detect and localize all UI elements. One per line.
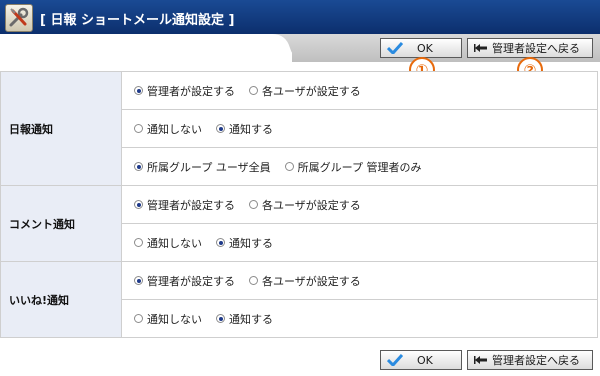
return-arrow-icon (474, 43, 488, 53)
radio-option[interactable]: 通知しない (134, 235, 202, 251)
radio-checked-icon[interactable] (134, 86, 143, 95)
radio-label: 管理者が設定する (147, 274, 235, 288)
radio-label: 通知しない (147, 312, 202, 326)
back-button-label: 管理者設定へ戻る (492, 42, 580, 55)
back-to-admin-button-bottom[interactable]: 管理者設定へ戻る (467, 350, 593, 370)
radio-label: 各ユーザが設定する (262, 198, 361, 212)
ok-button-label: OK (417, 353, 433, 367)
radio-label: 管理者が設定する (147, 198, 235, 212)
radio-option[interactable]: 管理者が設定する (134, 273, 235, 289)
radio-checked-icon[interactable] (216, 124, 225, 133)
radio-option[interactable]: 管理者が設定する (134, 83, 235, 99)
tools-icon (5, 4, 33, 32)
radio-checked-icon[interactable] (134, 162, 143, 171)
radio-label: 通知しない (147, 236, 202, 250)
option-cell: 管理者が設定する 各ユーザが設定する (121, 185, 598, 224)
section-label: いいね!通知 (0, 261, 122, 338)
return-arrow-icon (474, 355, 488, 365)
radio-unchecked-icon[interactable] (134, 238, 143, 247)
radio-label: 通知する (229, 236, 273, 250)
radio-option[interactable]: 通知する (216, 235, 273, 251)
radio-option[interactable]: 所属グループ ユーザ全員 (134, 159, 271, 175)
radio-checked-icon[interactable] (216, 314, 225, 323)
option-cell: 通知しない 通知する (121, 109, 598, 148)
settings-row: 日報通知 管理者が設定する 各ユーザが設定する (0, 71, 598, 186)
check-icon (386, 353, 404, 367)
radio-label: 各ユーザが設定する (262, 84, 361, 98)
ok-button[interactable]: OK (380, 38, 462, 58)
option-cell: 管理者が設定する 各ユーザが設定する (121, 261, 598, 300)
radio-option[interactable]: 通知しない (134, 311, 202, 327)
title-bar: [ 日報 ショートメール通知設定 ] (0, 0, 600, 35)
radio-option[interactable]: 所属グループ 管理者のみ (284, 159, 422, 175)
check-icon (386, 41, 404, 55)
settings-row: いいね!通知 管理者が設定する 各ユーザが設定する (0, 261, 598, 338)
radio-label: 管理者が設定する (147, 84, 235, 98)
radio-label: 通知しない (147, 122, 202, 136)
radio-label: 通知する (229, 312, 273, 326)
ok-button-label: OK (417, 41, 433, 55)
section-label: コメント通知 (0, 185, 122, 262)
page-title: [ 日報 ショートメール通知設定 ] (40, 13, 235, 28)
settings-row: コメント通知 管理者が設定する 各ユーザが設定する (0, 185, 598, 262)
option-cell: 通知しない 通知する (121, 223, 598, 262)
radio-option[interactable]: 各ユーザが設定する (249, 273, 361, 289)
radio-option[interactable]: 各ユーザが設定する (249, 197, 361, 213)
option-cell: 通知しない 通知する (121, 299, 598, 338)
radio-label: 通知する (229, 122, 273, 136)
radio-option[interactable]: 各ユーザが設定する (249, 83, 361, 99)
radio-option[interactable]: 通知しない (134, 121, 202, 137)
radio-label: 所属グループ 管理者のみ (297, 160, 422, 174)
radio-checked-icon[interactable] (134, 200, 143, 209)
radio-label: 所属グループ ユーザ全員 (147, 160, 271, 174)
radio-unchecked-icon[interactable] (249, 276, 258, 285)
back-button-label: 管理者設定へ戻る (492, 354, 580, 367)
settings-table: 日報通知 管理者が設定する 各ユーザが設定する 通知しない 通知する 所属グループ ユーザ… (0, 71, 598, 338)
radio-unchecked-icon[interactable] (134, 314, 143, 323)
option-cell: 管理者が設定する 各ユーザが設定する (121, 71, 598, 110)
back-to-admin-button[interactable]: 管理者設定へ戻る (467, 38, 593, 58)
radio-unchecked-icon[interactable] (134, 124, 143, 133)
radio-unchecked-icon[interactable] (284, 162, 294, 171)
option-cell: 所属グループ ユーザ全員 所属グループ 管理者のみ (121, 147, 598, 186)
radio-label: 各ユーザが設定する (262, 274, 361, 288)
section-label: 日報通知 (0, 71, 122, 186)
radio-checked-icon[interactable] (216, 238, 225, 247)
radio-option[interactable]: 通知する (216, 121, 273, 137)
radio-checked-icon[interactable] (134, 276, 143, 285)
radio-option[interactable]: 通知する (216, 311, 273, 327)
ok-button-bottom[interactable]: OK (380, 350, 462, 370)
radio-unchecked-icon[interactable] (249, 200, 258, 209)
radio-option[interactable]: 管理者が設定する (134, 197, 235, 213)
radio-unchecked-icon[interactable] (249, 86, 258, 95)
